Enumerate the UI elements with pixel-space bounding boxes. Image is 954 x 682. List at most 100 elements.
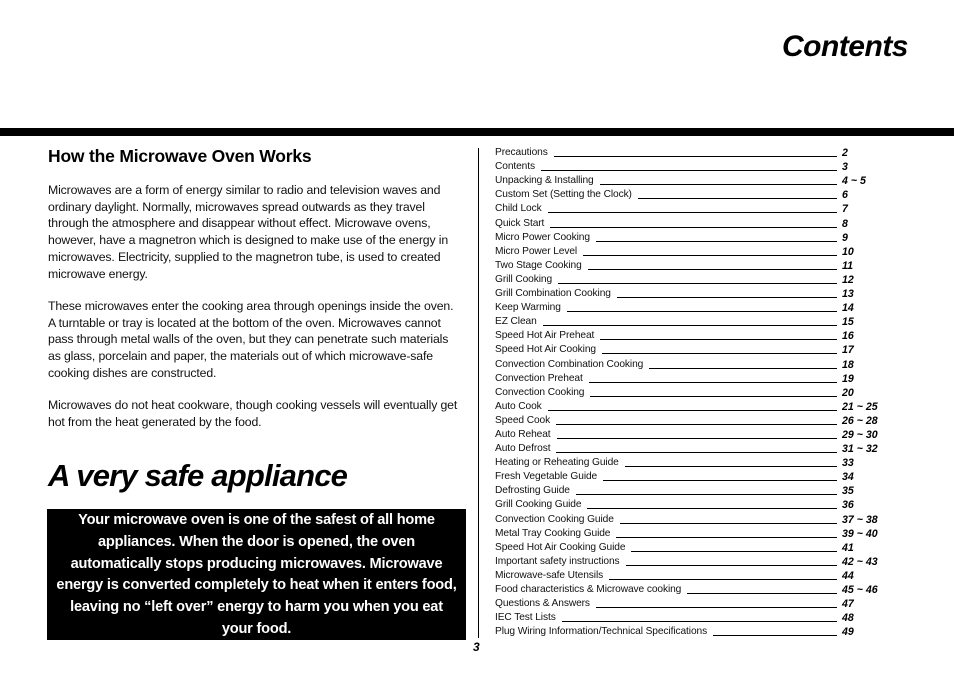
toc-entry-label: Contents — [495, 161, 535, 173]
toc-leader-line — [566, 311, 837, 313]
toc-leader-line — [587, 508, 837, 510]
toc-entry-label: Custom Set (Setting the Clock) — [495, 189, 632, 201]
toc-entry[interactable]: Unpacking & Installing 4 ~ 5 — [495, 173, 895, 187]
toc-entry-page: 48 — [842, 612, 854, 625]
toc-entry-page: 3 — [842, 161, 848, 174]
toc-entry-page: 11 — [842, 259, 853, 272]
toc-entry-label: Grill Cooking Guide — [495, 499, 582, 511]
toc-entry-label: Grill Cooking — [495, 273, 553, 285]
toc-entry-page: 33 — [842, 457, 854, 470]
toc-entry-page: 17 — [842, 344, 854, 357]
toc-entry-label: Keep Warming — [495, 302, 561, 314]
toc-entry-label: IEC Test Lists — [495, 612, 556, 624]
toc-entry-label: Convection Cooking — [495, 386, 585, 398]
toc-entry[interactable]: Auto Reheat 29 ~ 30 — [495, 427, 895, 441]
toc-entry-label: Two Stage Cooking — [495, 259, 582, 271]
column-divider — [478, 148, 479, 638]
toc-entry[interactable]: Contents 3 — [495, 159, 895, 173]
toc-entry-label: Convection Cooking Guide — [495, 513, 614, 525]
toc-leader-line — [542, 325, 837, 327]
toc-entry[interactable]: Heating or Reheating Guide 33 — [495, 455, 895, 469]
toc-entry[interactable]: Grill Cooking 12 — [495, 272, 895, 286]
toc-entry[interactable]: Micro Power Level 10 — [495, 244, 895, 258]
toc-entry-page: 14 — [842, 302, 854, 315]
toc-entry[interactable]: Plug Wiring Information/Technical Specif… — [495, 624, 895, 638]
toc-entry-label: Grill Combination Cooking — [495, 288, 611, 300]
toc-entry-page: 42 ~ 43 — [842, 555, 878, 568]
toc-entry-page: 36 — [842, 499, 854, 512]
toc-entry-page: 4 ~ 5 — [842, 175, 866, 188]
toc-entry-page: 45 ~ 46 — [842, 584, 878, 596]
toc-entry[interactable]: Fresh Vegetable Guide 34 — [495, 469, 895, 483]
toc-leader-line — [558, 282, 837, 284]
toc-entry-label: Convection Preheat — [495, 372, 583, 384]
body-paragraph: Microwaves are a form of energy similar … — [48, 183, 449, 281]
toc-entry-page: 44 — [842, 569, 854, 582]
toc-leader-line — [624, 466, 837, 468]
toc-entry[interactable]: Convection Cooking 20 — [495, 385, 895, 399]
toc-entry[interactable]: Auto Cook 21 ~ 25 — [495, 399, 895, 413]
toc-entry[interactable]: Custom Set (Setting the Clock) 6 — [495, 187, 895, 201]
toc-leader-line — [687, 593, 837, 594]
toc-entry-label: Fresh Vegetable Guide — [495, 471, 598, 483]
toc-leader-line — [547, 212, 837, 214]
toc-entry[interactable]: Two Stage Cooking 11 — [495, 258, 895, 272]
toc-entry[interactable]: Speed Hot Air Cooking Guide 41 — [495, 540, 895, 554]
toc-leader-line — [587, 268, 837, 270]
toc-entry[interactable]: Microwave-safe Utensils 44 — [495, 568, 895, 582]
toc-entry[interactable]: Defrosting Guide 35 — [495, 483, 895, 497]
toc-entry-page: 31 ~ 32 — [842, 443, 878, 456]
toc-entry[interactable]: Metal Tray Cooking Guide 39 ~ 40 — [495, 526, 895, 540]
toc-entry-page: 29 ~ 30 — [842, 428, 878, 441]
toc-entry[interactable]: Questions & Answers 47 — [495, 596, 895, 610]
toc-entry-page: 9 — [842, 231, 848, 244]
toc-entry[interactable]: Child Lock 7 — [495, 201, 895, 215]
toc-entry[interactable]: Quick Start 8 — [495, 215, 895, 230]
toc-entry-label: Questions & Answers — [495, 598, 590, 610]
toc-entry[interactable]: Food characteristics & Microwave cooking… — [495, 582, 895, 596]
toc-entry-label: Unpacking & Installing — [495, 175, 594, 187]
toc-leader-line — [603, 480, 837, 482]
toc-leader-line — [556, 452, 837, 454]
toc-entry-page: 6 — [842, 189, 848, 202]
page-title: Contents — [782, 30, 909, 63]
toc-entry-label: Heating or Reheating Guide — [495, 457, 619, 469]
toc-entry-page: 12 — [842, 273, 854, 286]
toc-entry[interactable]: Keep Warming 14 — [495, 300, 895, 314]
toc-entry-label: Micro Power Level — [495, 245, 578, 257]
toc-entry[interactable]: EZ Clean 15 — [495, 314, 895, 328]
toc-leader-line — [553, 156, 837, 158]
toc-entry-label: Auto Cook — [495, 400, 542, 412]
body-paragraph: Microwaves do not heat cookware, though … — [48, 398, 458, 429]
how-it-works-section: How the Microwave Oven Works Microwaves … — [48, 146, 460, 429]
toc-entry-label: Speed Hot Air Cooking Guide — [495, 541, 626, 553]
toc-leader-line — [609, 578, 837, 580]
toc-leader-line — [561, 621, 837, 623]
toc-entry[interactable]: Convection Combination Cooking 18 — [495, 356, 895, 371]
toc-leader-line — [713, 635, 837, 637]
toc-entry[interactable]: Speed Hot Air Cooking 17 — [495, 342, 895, 356]
toc-entry-label: Plug Wiring Information/Technical Specif… — [495, 626, 708, 638]
toc-leader-line — [616, 297, 837, 299]
toc-entry[interactable]: Speed Hot Air Preheat 16 — [495, 328, 895, 342]
page-number: 3 — [473, 640, 480, 654]
toc-leader-line — [590, 395, 837, 397]
toc-leader-line — [595, 607, 837, 609]
toc-entry-page: 2 — [842, 147, 848, 160]
toc-entry[interactable]: Speed Cook 26 ~ 28 — [495, 413, 895, 427]
toc-entry[interactable]: Grill Combination Cooking 13 — [495, 286, 895, 300]
toc-entry[interactable]: Micro Power Cooking 9 — [495, 230, 895, 244]
toc-entry[interactable]: Convection Preheat 19 — [495, 371, 895, 385]
toc-leader-line — [583, 254, 837, 256]
toc-entry[interactable]: Auto Defrost 31 ~ 32 — [495, 441, 895, 455]
toc-entry[interactable]: Convection Cooking Guide 37 ~ 38 — [495, 511, 895, 526]
toc-leader-line — [550, 226, 837, 228]
toc-entry-label: EZ Clean — [495, 316, 537, 328]
toc-entry[interactable]: Grill Cooking Guide 36 — [495, 497, 895, 511]
toc-entry[interactable]: IEC Test Lists 48 — [495, 610, 895, 624]
toc-entry-page: 41 — [842, 541, 854, 554]
body-paragraph: These microwaves enter the cooking area … — [48, 299, 454, 380]
toc-entry[interactable]: Precautions 2 — [495, 145, 895, 159]
toc-entry[interactable]: Important safety instructions 42 ~ 43 — [495, 554, 895, 568]
toc-entry-label: Speed Hot Air Preheat — [495, 330, 595, 342]
